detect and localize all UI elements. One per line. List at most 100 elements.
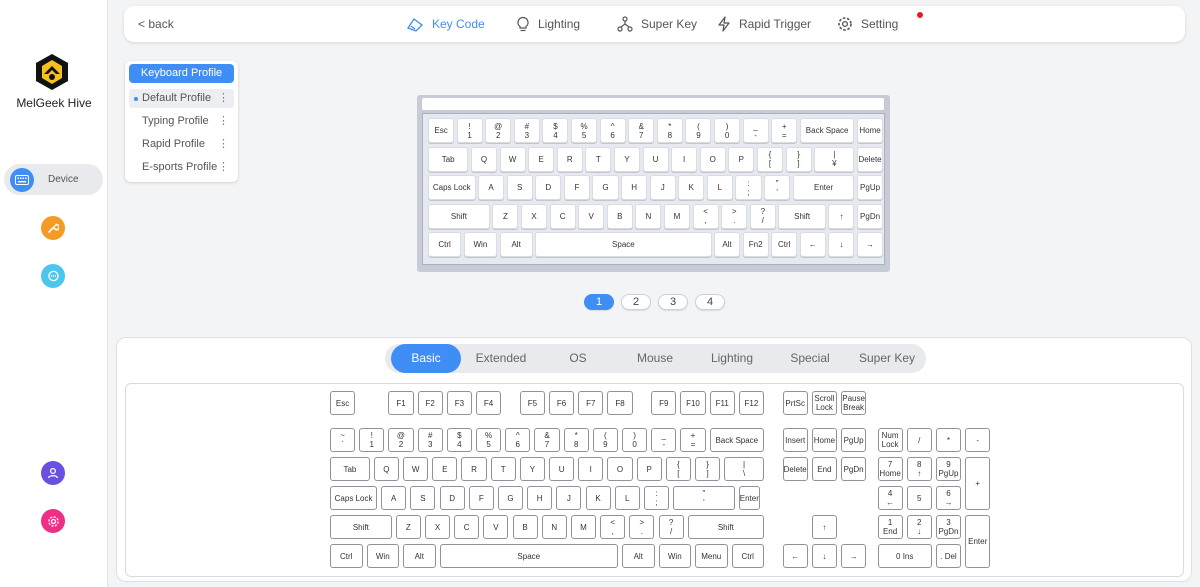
key-symbol[interactable]: * — [935, 428, 962, 452]
key-x[interactable]: X — [424, 515, 451, 539]
key-home[interactable]: Home — [857, 118, 884, 143]
key-symbol[interactable]: ← — [799, 232, 826, 257]
key-symbol[interactable]: }] — [785, 146, 812, 172]
key-6[interactable]: 6 → — [935, 486, 962, 510]
tab-lighting-keys[interactable]: Lighting — [697, 344, 767, 373]
key-alt[interactable]: Alt — [622, 544, 655, 568]
key-enter[interactable]: Enter — [738, 486, 760, 510]
key-shift[interactable]: Shift — [330, 515, 392, 539]
key-caps-lock[interactable]: Caps Lock — [330, 486, 378, 510]
layer-button-1[interactable]: 1 — [584, 294, 614, 310]
key-z[interactable]: Z — [492, 203, 519, 229]
key-symbol[interactable]: ↓ — [811, 544, 837, 568]
key-symbol[interactable]: + = — [680, 428, 706, 452]
key-symbol[interactable]: >. — [721, 203, 748, 229]
key-4[interactable]: $4 — [446, 428, 472, 452]
key-s[interactable]: S — [506, 175, 533, 200]
key-0[interactable]: ) 0 — [622, 428, 648, 452]
key-7[interactable]: & 7 — [534, 428, 560, 452]
more-vertical-icon[interactable]: ⋮ — [218, 158, 229, 177]
key-f11[interactable]: F11 — [709, 391, 735, 415]
key-f12[interactable]: F12 — [738, 391, 764, 415]
key-f1[interactable]: F1 — [388, 391, 414, 415]
key-d[interactable]: D — [439, 486, 465, 510]
key-del[interactable]: . Del — [935, 544, 962, 568]
key-symbol[interactable]: ? / — [658, 515, 684, 539]
key-n[interactable]: N — [541, 515, 567, 539]
layer-button-4[interactable]: 4 — [695, 294, 725, 310]
key-pgup[interactable]: PgUp — [841, 428, 867, 452]
key-symbol[interactable]: ? / — [749, 203, 776, 229]
key-space[interactable]: Space — [535, 232, 712, 257]
key-symbol[interactable]: ↑ — [811, 515, 837, 539]
sidebar-tools-button[interactable] — [41, 216, 65, 240]
layer-button-3[interactable]: 3 — [658, 294, 688, 310]
tab-setting[interactable]: Setting — [837, 15, 898, 33]
key-1[interactable]: ! 1 — [456, 118, 483, 143]
key-shift[interactable]: Shift — [428, 203, 490, 229]
key-f4[interactable]: F4 — [476, 391, 502, 415]
key-x[interactable]: X — [520, 203, 548, 229]
sidebar-account-button[interactable] — [41, 461, 65, 485]
key-end[interactable]: End — [811, 457, 837, 481]
tab-key-code[interactable]: Key Code — [406, 15, 485, 33]
key-b[interactable]: B — [606, 203, 633, 229]
key-win[interactable]: Win — [658, 544, 691, 568]
key-enter[interactable]: Enter — [965, 515, 991, 568]
key-i[interactable]: I — [671, 146, 698, 172]
key-l[interactable]: L — [614, 486, 640, 510]
key-9[interactable]: (9 — [592, 428, 618, 452]
key-symbol[interactable]: _ - — [742, 118, 769, 143]
key-o[interactable]: O — [607, 457, 633, 481]
key-menu[interactable]: Menu — [695, 544, 728, 568]
tab-os[interactable]: OS — [543, 344, 613, 373]
key-v[interactable]: V — [578, 203, 605, 229]
profile-item-typing[interactable]: Typing Profile ⋮ — [129, 112, 234, 131]
key-6[interactable]: ^ 6 — [505, 428, 531, 452]
key-f7[interactable]: F7 — [578, 391, 604, 415]
key-caps-lock[interactable]: Caps Lock — [428, 175, 476, 200]
key-8[interactable]: 8 ↑ — [906, 457, 932, 481]
key-c[interactable]: C — [549, 203, 576, 229]
key-symbol[interactable]: :; — [643, 486, 670, 510]
key-esc[interactable]: Esc — [330, 391, 356, 415]
key-n[interactable]: N — [635, 203, 662, 229]
profile-item-default[interactable]: Default Profile ⋮ — [129, 89, 234, 108]
key-4[interactable]: 4 ← — [877, 486, 903, 510]
key-esc[interactable]: Esc — [428, 118, 455, 143]
key-symbol[interactable]: " ' — [673, 486, 735, 510]
key-symbol[interactable]: ← — [782, 544, 808, 568]
key-k[interactable]: K — [678, 175, 705, 200]
key-ctrl[interactable]: Ctrl — [771, 232, 798, 257]
key-8[interactable]: * 8 — [563, 428, 589, 452]
key-shift[interactable]: Shift — [778, 203, 826, 229]
key-u[interactable]: U — [642, 146, 669, 172]
key-f5[interactable]: F5 — [519, 391, 545, 415]
key-alt[interactable]: Alt — [403, 544, 436, 568]
key-ctrl[interactable]: Ctrl — [330, 544, 363, 568]
sidebar-item-device[interactable]: Device — [4, 164, 103, 195]
key-2[interactable]: @2 — [388, 428, 414, 452]
key-0[interactable]: ) 0 — [714, 118, 741, 143]
key-symbol[interactable]: :; — [735, 175, 762, 200]
key-symbol[interactable]: ~ ` — [330, 428, 356, 452]
key-home[interactable]: Home — [811, 428, 837, 452]
tab-rapid-trigger[interactable]: Rapid Trigger — [717, 15, 811, 33]
key-fn2[interactable]: Fn2 — [742, 232, 769, 257]
key-pgdn[interactable]: PgDn — [841, 457, 867, 481]
key-symbol[interactable]: " ' — [764, 175, 791, 200]
key-3-pgdn[interactable]: 3 PgDn — [935, 515, 962, 539]
key-ctrl[interactable]: Ctrl — [428, 232, 462, 257]
key-l[interactable]: L — [706, 175, 733, 200]
key-b[interactable]: B — [512, 515, 538, 539]
key-delete[interactable]: Delete — [857, 146, 884, 172]
key-z[interactable]: Z — [395, 515, 421, 539]
key-j[interactable]: J — [649, 175, 676, 200]
tab-special[interactable]: Special — [775, 344, 845, 373]
key-symbol[interactable]: + = — [771, 118, 798, 143]
key-9[interactable]: (9 — [685, 118, 712, 143]
key-symbol[interactable]: <, — [600, 515, 626, 539]
key-prtsc[interactable]: PrtSc — [782, 391, 808, 415]
key-a[interactable]: A — [478, 175, 505, 200]
key-s[interactable]: S — [410, 486, 436, 510]
